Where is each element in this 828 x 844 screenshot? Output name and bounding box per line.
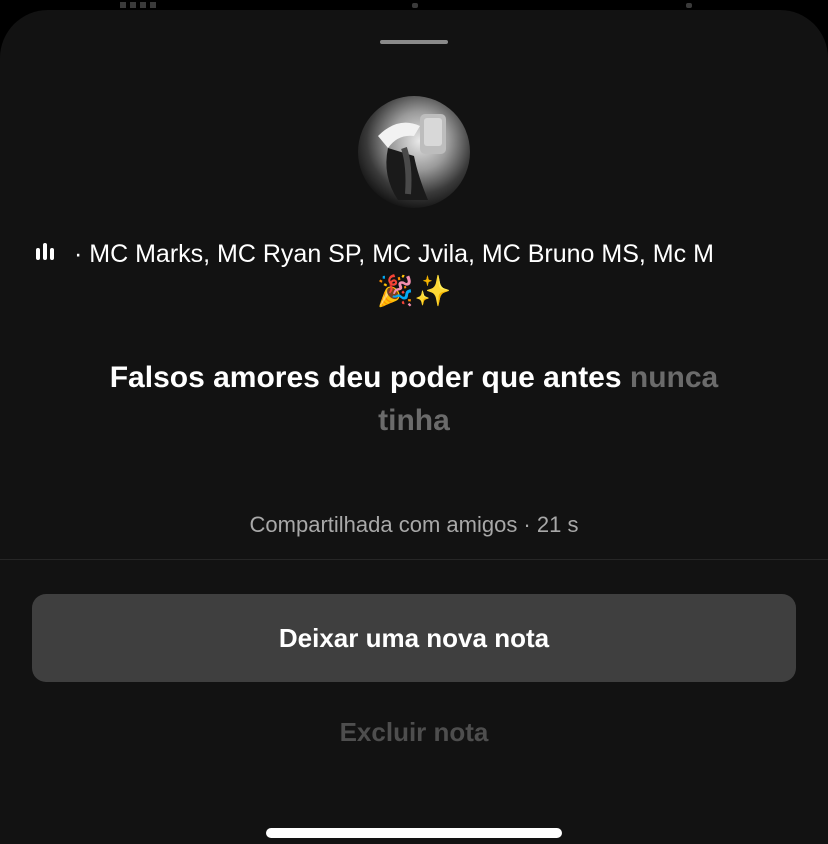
song-emoji: 🎉✨ <box>376 275 452 308</box>
signal-icon <box>120 2 156 8</box>
divider <box>0 559 828 560</box>
note-text: Falsos amores deu poder que antes nunca … <box>80 356 748 442</box>
home-indicator[interactable] <box>266 828 562 838</box>
avatar[interactable] <box>358 96 470 208</box>
note-bottom-sheet: · MC Marks, MC Ryan SP, MC Jvila, MC Bru… <box>0 10 828 844</box>
battery-icon <box>686 3 692 8</box>
location-icon <box>412 3 418 8</box>
song-title: · MC Marks, MC Ryan SP, MC Jvila, MC Bru… <box>74 240 714 268</box>
audio-wave-icon <box>36 242 58 260</box>
avatar-photo-icon <box>378 114 446 200</box>
delete-note-button[interactable]: Excluir nota <box>0 712 828 752</box>
new-note-button[interactable]: Deixar uma nova nota <box>32 594 796 682</box>
shared-with-meta: Compartilhada com amigos · 21 s <box>249 512 579 537</box>
status-bar-remnant <box>0 0 828 10</box>
note-text-main: Falsos amores deu poder que antes <box>109 361 630 394</box>
sheet-grabber-handle[interactable] <box>380 40 448 44</box>
